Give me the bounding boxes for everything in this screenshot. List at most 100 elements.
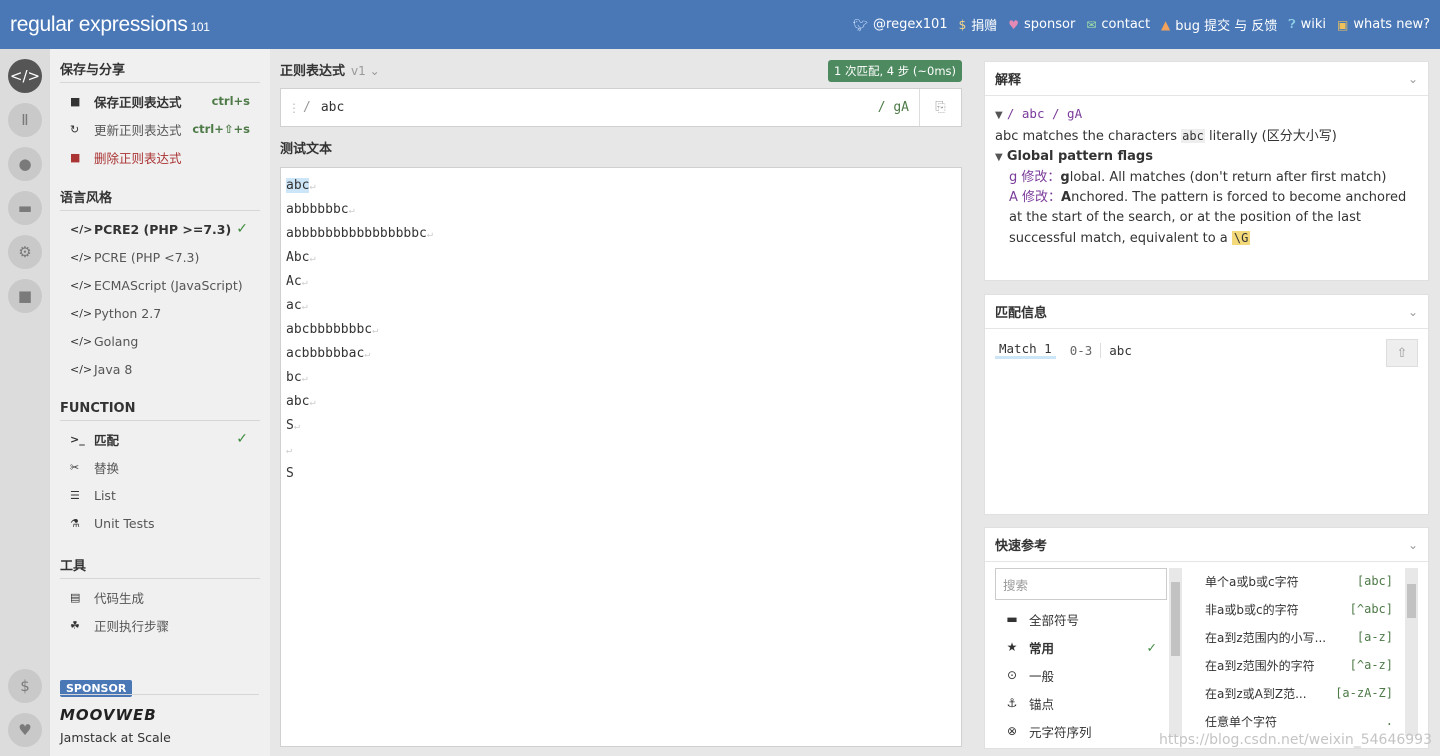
heart-icon[interactable]: ♥ bbox=[8, 713, 42, 747]
item-label: Python 2.7 bbox=[94, 305, 162, 321]
function-substitution[interactable]: ✂ 替换 bbox=[60, 453, 260, 481]
test-line: bc↵ bbox=[286, 366, 956, 390]
quickref-category[interactable]: ▬ 全部符号 bbox=[995, 605, 1167, 633]
version-select[interactable]: v1 ⌄ bbox=[351, 64, 380, 78]
test-line: abbbbbbbbbbbbbbbbc↵ bbox=[286, 222, 956, 246]
divider bbox=[60, 694, 259, 695]
flavor-python[interactable]: </> Python 2.7 bbox=[60, 299, 260, 327]
regex-label-text: 正则表达式 bbox=[280, 64, 346, 79]
panel-header[interactable]: 快速参考 ⌄ bbox=[985, 528, 1428, 562]
flavor-java[interactable]: </> Java 8 bbox=[60, 355, 260, 383]
code-icon[interactable]: </> bbox=[8, 59, 42, 93]
update-regex-button[interactable]: ↻ 更新正则表达式 ctrl+⇧+s bbox=[60, 115, 260, 143]
tool-regex-debugger[interactable]: ☘ 正则执行步骤 bbox=[60, 611, 260, 639]
copy-icon[interactable]: ⎘ bbox=[919, 89, 961, 126]
chat-icon[interactable]: ■ bbox=[8, 279, 42, 313]
flavor-pcre2[interactable]: </> PCRE2 (PHP >=7.3) ✓ bbox=[60, 215, 260, 243]
scrollbar-thumb[interactable] bbox=[1407, 584, 1416, 618]
flavor-golang[interactable]: </> Golang bbox=[60, 327, 260, 355]
mail-icon: ✉ bbox=[1086, 17, 1097, 32]
caret-down-icon[interactable]: ▼ bbox=[995, 110, 1003, 121]
caret-down-icon[interactable]: ▼ bbox=[995, 152, 1003, 163]
nav-donate[interactable]: $ 捐赠 bbox=[959, 15, 998, 35]
nav-sponsor[interactable]: ♥ sponsor bbox=[1008, 17, 1075, 32]
item-label: 匹配 bbox=[94, 432, 120, 448]
flavor-ecmascript[interactable]: </> ECMAScript (JavaScript) bbox=[60, 271, 260, 299]
match-highlight: abc bbox=[286, 178, 310, 193]
quickref-category[interactable]: ⚓ 锚点 bbox=[995, 689, 1167, 717]
flags-title: Global pattern flags bbox=[1006, 149, 1153, 164]
quickref-category[interactable]: ★ 常用 ✓ bbox=[995, 633, 1167, 661]
chevron-down-icon[interactable]: ⌄ bbox=[1408, 305, 1418, 319]
panel-header[interactable]: 匹配信息 ⌄ bbox=[985, 295, 1428, 329]
quickref-category[interactable]: ⊗ 元字符序列 bbox=[995, 717, 1167, 745]
quickref-search-input[interactable]: 搜索 bbox=[995, 568, 1167, 600]
quickref-item[interactable]: 任意单个字符. bbox=[1205, 707, 1393, 735]
flags-button[interactable]: / gA bbox=[878, 100, 909, 115]
newline-icon: ↵ bbox=[372, 325, 379, 336]
scrollbar-thumb[interactable] bbox=[1171, 582, 1180, 656]
quickref-item[interactable]: 在a到z范围内的小写... [a-z] bbox=[1205, 623, 1393, 651]
delete-regex-button[interactable]: ■ 删除正则表达式 bbox=[60, 143, 260, 171]
function-list[interactable]: ☰ List bbox=[60, 481, 260, 509]
version-text: v1 bbox=[351, 64, 366, 78]
flag-modifier: A 修改： bbox=[1009, 190, 1062, 205]
panel-header[interactable]: 解释 ⌄ bbox=[985, 62, 1428, 96]
match-count-badge: 1 次匹配, 4 步 (~0ms) bbox=[827, 60, 962, 82]
chevron-down-icon[interactable]: ⌄ bbox=[1408, 72, 1418, 86]
sponsor-tagline: Jamstack at Scale bbox=[60, 730, 171, 745]
function-unit-tests[interactable]: ⚗ Unit Tests bbox=[60, 509, 260, 537]
nav-twitter[interactable]: 🐦︎ @regex101 bbox=[853, 17, 948, 32]
test-line: S bbox=[286, 462, 956, 486]
terminal-icon: >_ bbox=[70, 432, 85, 446]
nav-whats-new[interactable]: ▣ whats new? bbox=[1337, 17, 1430, 32]
test-line: abc↵ bbox=[286, 174, 956, 198]
explanation-line: abc matches the characters abc literally… bbox=[995, 126, 1418, 147]
item-label: 删除正则表达式 bbox=[94, 150, 182, 166]
library-icon[interactable]: Ⅱ bbox=[8, 103, 42, 137]
nav-bug-report[interactable]: ▲ bug 提交 与 反馈 bbox=[1161, 15, 1277, 35]
nav-wiki[interactable]: ❓︎ wiki bbox=[1288, 17, 1326, 32]
test-line: ↵ bbox=[286, 438, 956, 462]
item-label: PCRE2 (PHP >=7.3) bbox=[94, 221, 232, 237]
item-label: ECMAScript (JavaScript) bbox=[94, 277, 243, 293]
regex-input[interactable]: abc bbox=[321, 100, 878, 115]
newline-icon: ↵ bbox=[286, 445, 293, 456]
test-string-input[interactable]: abc↵ abbbbbbc↵ abbbbbbbbbbbbbbbbc↵ Abc↵ … bbox=[280, 167, 962, 747]
category-scrollbar[interactable] bbox=[1169, 568, 1182, 736]
user-icon[interactable]: ● bbox=[8, 147, 42, 181]
drag-handle-icon[interactable]: ⋮ bbox=[287, 101, 301, 115]
export-icon[interactable]: ⇧ bbox=[1386, 339, 1418, 367]
gamepad-icon[interactable]: ▬ bbox=[8, 191, 42, 225]
explanation-text: literally (区分大小写) bbox=[1208, 129, 1337, 144]
nav-contact[interactable]: ✉ contact bbox=[1086, 17, 1150, 32]
item-token: [^a-z] bbox=[1349, 658, 1393, 672]
save-regex-button[interactable]: ■ 保存正则表达式 ctrl+s bbox=[60, 87, 260, 115]
quickref-item[interactable]: 单个a或b或c字符 [abc] bbox=[1205, 567, 1393, 595]
quickref-item[interactable]: 在a到z或A到Z范... [a-zA-Z] bbox=[1205, 679, 1393, 707]
scissors-icon: ✂ bbox=[70, 460, 80, 474]
logo[interactable]: regular expressions 101 bbox=[10, 13, 210, 37]
explanation-panel: 解释 ⌄ ▼ / abc / gA abc matches the charact… bbox=[984, 61, 1429, 281]
function-match[interactable]: >_ 匹配 ✓ bbox=[60, 425, 260, 453]
regex-input-box[interactable]: ⋮ / abc / gA ⎘ bbox=[280, 88, 962, 127]
warning-icon: ▲ bbox=[1161, 17, 1171, 32]
top-nav: 🐦︎ @regex101 $ 捐赠 ♥ sponsor ✉ contact ▲ bug 提… bbox=[853, 15, 1430, 34]
flavor-pcre[interactable]: </> PCRE (PHP <7.3) bbox=[60, 243, 260, 271]
dollar-icon[interactable]: $ bbox=[8, 669, 42, 703]
line-text: ac bbox=[286, 298, 302, 313]
quickref-category[interactable]: ⊙ 一般 bbox=[995, 661, 1167, 689]
chevron-down-icon[interactable]: ⌄ bbox=[1408, 538, 1418, 552]
items-scrollbar[interactable] bbox=[1405, 568, 1418, 736]
test-string-label: 测试文本 bbox=[280, 142, 333, 157]
code-icon: </> bbox=[70, 362, 93, 376]
quickref-item[interactable]: 非a或b或c的字符 [^abc] bbox=[1205, 595, 1393, 623]
quickref-item[interactable]: 在a到z范围外的字符 [^a-z] bbox=[1205, 651, 1393, 679]
match-range: 0-3 bbox=[1070, 342, 1102, 358]
item-label: List bbox=[94, 487, 116, 503]
gear-icon[interactable]: ⚙ bbox=[8, 235, 42, 269]
tool-code-generator[interactable]: ▤ 代码生成 bbox=[60, 583, 260, 611]
sponsor-logo[interactable]: MOOVWEB bbox=[60, 706, 157, 724]
match-row[interactable]: Match 1 0-3 abc bbox=[985, 329, 1428, 371]
explanation-root: ▼ / abc / gA bbox=[995, 104, 1418, 126]
